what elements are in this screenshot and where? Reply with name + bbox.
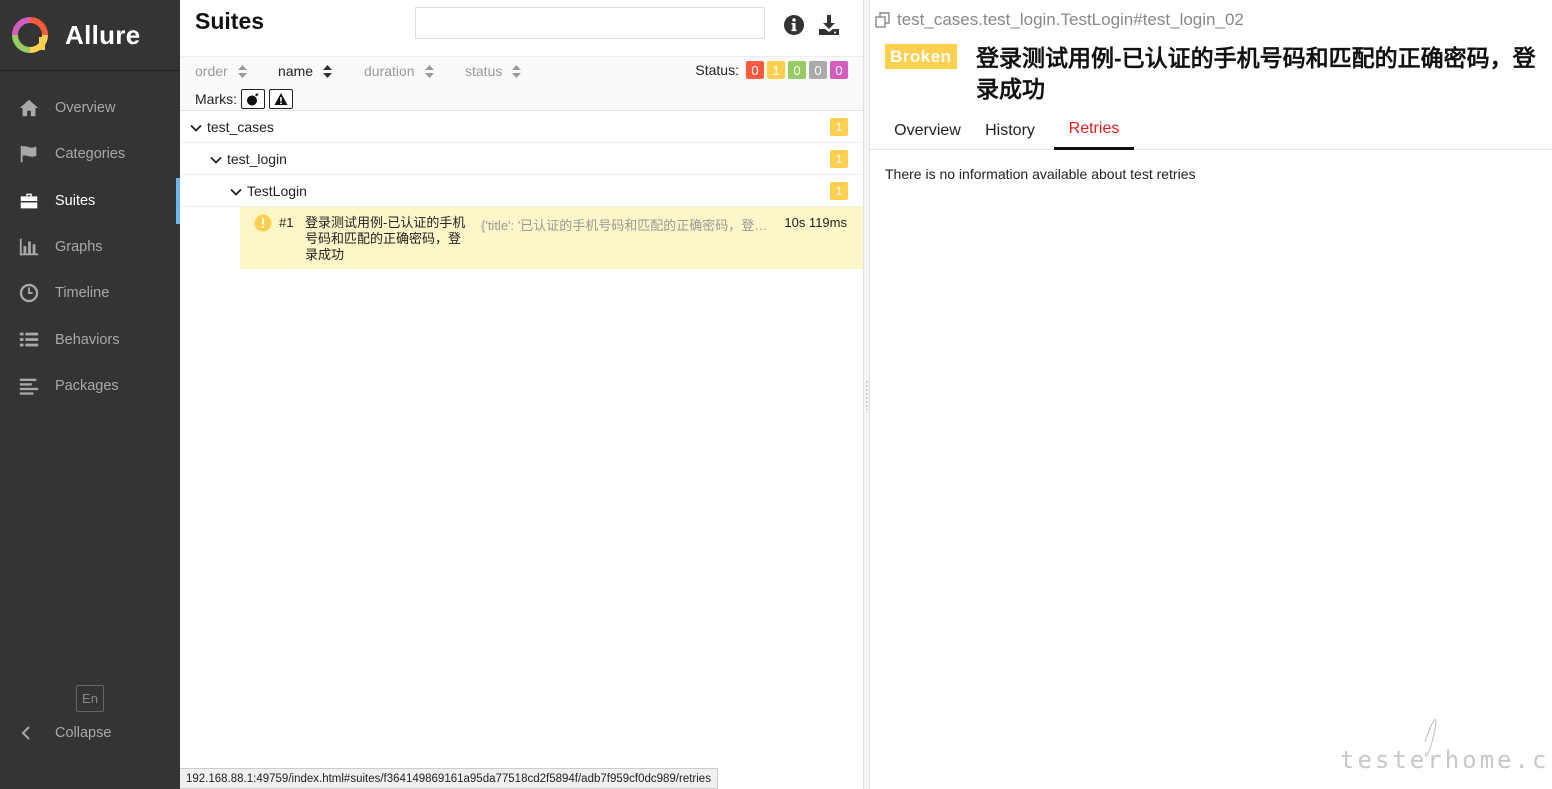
flaky-mark-button[interactable] [241,89,265,109]
collapse-label: Collapse [55,725,112,741]
sidebar-item-label: Timeline [55,285,110,302]
sorter-label: status [465,63,503,79]
status-label: Status: [695,62,739,78]
tree-node-count: 1 [830,181,848,200]
sidebar-item-behaviors[interactable]: Behaviors [0,316,180,362]
brand-title: Allure [65,19,141,50]
info-icon[interactable] [782,13,806,37]
test-case-name: 登录测试用例-已认证的手机号码和匹配的正确密码，登录成功 [305,215,466,262]
sidebar-item-label: Graphs [55,239,103,256]
sidebar-item-packages[interactable]: Packages [0,363,180,409]
status-passed-badge[interactable]: 0 [788,61,806,79]
sort-arrows-icon [323,64,333,78]
download-icon[interactable] [817,13,841,37]
testerhome-watermark: testerhome.com [1340,719,1550,774]
sidebar-item-timeline[interactable]: Timeline [0,270,180,316]
sidebar-item-suites[interactable]: Suites [0,177,180,225]
sidebar-item-label: Behaviors [55,331,120,348]
status-broken-badge[interactable]: 1 [767,61,785,79]
status-skipped-badge[interactable]: 0 [809,61,827,79]
svg-text:testerhome.com: testerhome.com [1340,746,1550,774]
sidebar-item-label: Suites [55,192,96,209]
test-full-name: test_cases.test_login.TestLogin#test_log… [875,10,1244,30]
language-button[interactable]: En [76,685,104,712]
sidebar: Allure Overview Categories Suites Graphs… [0,0,180,789]
status-unknown-badge[interactable]: 0 [830,61,848,79]
tree-node-label: test_login [227,150,287,167]
tree-node-test-login[interactable]: test_login 1 [180,143,863,175]
marks-filter: Marks: [195,89,293,109]
test-case-duration: 10s 119ms [784,215,847,230]
sidebar-item-overview[interactable]: Overview [0,85,180,131]
chevron-down-icon [190,121,202,133]
sort-by-status[interactable]: status [465,63,522,79]
warning-icon [274,93,288,105]
pane-splitter[interactable] [863,0,870,789]
tree-node-count: 1 [830,149,848,168]
sidebar-item-categories[interactable]: Categories [0,131,180,177]
broken-status-icon [254,214,272,232]
detail-tabs: Overview History Retries [870,111,1552,150]
test-case-number: #1 [279,215,294,230]
tab-history[interactable]: History [970,111,1050,150]
sort-arrows-icon [512,64,522,78]
sorter-label: duration [364,63,415,79]
test-case-params: {'title': '已认证的手机号码和匹配的正确密码，登录成功'} [481,218,774,233]
page-title: Suites [195,8,265,34]
sort-by-duration[interactable]: duration [364,63,434,79]
test-full-name-text: test_cases.test_login.TestLogin#test_log… [897,10,1244,29]
clock-icon [17,281,41,305]
sort-by-name[interactable]: name [278,63,333,79]
test-detail-pane: test_cases.test_login.TestLogin#test_log… [870,0,1552,789]
sorter-label: name [278,63,314,79]
sort-arrows-icon [237,64,247,78]
sort-bar: order name duration status Status: 0 1 0… [180,56,863,111]
tab-retries[interactable]: Retries [1054,111,1134,150]
search-input[interactable] [415,7,765,39]
briefcase-icon [17,189,41,213]
chevron-left-icon [18,724,36,742]
splitter-grip-icon [866,380,868,410]
chevron-down-icon [230,185,242,197]
test-case-title: 登录测试用例-已认证的手机号码和匹配的正确密码，登录成功 [976,45,1536,102]
tab-overview[interactable]: Overview [875,111,980,150]
sort-by-order[interactable]: order [195,63,247,79]
status-filter: Status: 0 1 0 0 0 [695,61,848,79]
home-icon [17,96,41,120]
status-failed-badge[interactable]: 0 [746,61,764,79]
new-failed-mark-button[interactable] [269,89,293,109]
sidebar-item-label: Overview [55,100,116,117]
allure-logo [12,17,48,53]
flag-icon [17,142,41,166]
collapse-button[interactable]: Collapse [18,724,111,742]
tree-node-label: test_cases [207,118,274,135]
status-badge: Broken [885,44,957,69]
suites-pane: Suites order name duration status Status… [180,0,863,789]
sorter-label: order [195,63,228,79]
tree-node-label: TestLogin [247,182,307,199]
list-icon [17,328,41,352]
brand[interactable]: Allure [0,0,180,71]
tree-node-testlogin[interactable]: TestLogin 1 [180,175,863,207]
chevron-down-icon [210,153,222,165]
tree-node-test-cases[interactable]: test_cases 1 [180,111,863,143]
status-url-bar: 192.168.88.1:49759/index.html#suites/f36… [180,768,718,789]
sidebar-nav: Overview Categories Suites Graphs Timeli… [0,85,180,409]
sidebar-item-label: Packages [55,377,119,394]
marks-label: Marks: [195,91,237,107]
sidebar-item-graphs[interactable]: Graphs [0,224,180,270]
test-case-row[interactable]: #1 登录测试用例-已认证的手机号码和匹配的正确密码，登录成功 {'title'… [240,207,863,269]
sort-arrows-icon [424,64,434,78]
align-left-icon [17,374,41,398]
tree-node-count: 1 [830,117,848,136]
bar-chart-icon [17,235,41,259]
retries-message: There is no information available about … [885,166,1196,182]
copy-icon[interactable] [875,12,891,28]
sidebar-item-label: Categories [55,146,126,163]
bomb-icon [247,93,259,106]
